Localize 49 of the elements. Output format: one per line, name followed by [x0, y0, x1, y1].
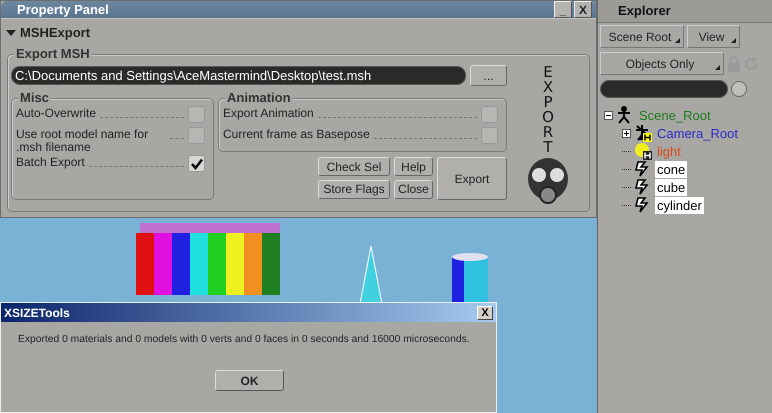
dropdown-corner-icon	[675, 38, 680, 43]
cone-drawing	[360, 246, 382, 304]
option-label: Batch Export	[16, 154, 85, 169]
scope-dropdown[interactable]: Scene Root	[600, 25, 684, 48]
leader-line	[170, 138, 184, 139]
action-button[interactable]: Store Flags	[318, 180, 390, 198]
checkbox[interactable]	[481, 106, 498, 123]
light-bulb-icon	[634, 142, 652, 160]
checkbox[interactable]	[481, 127, 498, 144]
tree-item[interactable]: Camera_Root	[655, 124, 740, 142]
option-label: Use root model name for .msh filename	[16, 126, 150, 154]
cylinder-drawing	[452, 253, 488, 305]
tree-item[interactable]: cube	[655, 178, 688, 196]
search-field[interactable]	[600, 80, 728, 98]
tree-item[interactable]: cone	[655, 160, 688, 178]
path-field[interactable]: C:\Documents and Settings\AceMastermind\Desktop\test.msh	[11, 66, 466, 85]
action-button[interactable]: Close	[394, 180, 433, 198]
export-button[interactable]: Export	[437, 157, 507, 200]
group-title: Animation	[225, 90, 293, 105]
group-title: Misc	[18, 90, 51, 105]
collapse-icon[interactable]	[604, 110, 613, 120]
action-button[interactable]: Help	[394, 157, 433, 176]
option-label: Current frame as Basepose	[223, 126, 370, 141]
search-options-button[interactable]	[731, 81, 747, 97]
view-dropdown[interactable]: View	[687, 25, 740, 48]
browse-button[interactable]: ...	[470, 65, 507, 86]
ok-button[interactable]: OK	[215, 370, 284, 391]
message-text: Exported 0 materials and 0 models with 0 verts and 0 faces in 0 seconds and 16000 microseconds.	[17, 333, 471, 345]
checkbox[interactable]	[188, 155, 205, 172]
dialog-close-button[interactable]: X	[477, 306, 493, 320]
expand-icon[interactable]	[622, 128, 631, 138]
dropdown-corner-icon	[715, 65, 720, 70]
window-close-button[interactable]: X	[574, 1, 592, 18]
tree-item[interactable]: cylinder	[655, 196, 704, 214]
option-label: Export Animation	[223, 105, 314, 120]
checkbox[interactable]	[188, 127, 205, 144]
checkbox[interactable]	[188, 106, 205, 123]
camera-icon	[634, 124, 652, 142]
filter-dropdown[interactable]: Objects Only	[600, 52, 724, 75]
dropdown-corner-icon	[731, 38, 736, 43]
panel-title: Explorer	[598, 0, 772, 23]
window-title: Property Panel	[17, 2, 109, 17]
minimize-button[interactable]: _	[554, 1, 572, 18]
section-header[interactable]: MSHExport	[1, 18, 596, 42]
dialog-title: XSIZETools	[4, 306, 70, 320]
option-label: Auto-Overwrite	[16, 105, 96, 120]
action-button[interactable]: Check Sel	[318, 157, 390, 176]
logo-text: EXPORT	[541, 65, 555, 155]
group-title: Export MSH	[14, 46, 92, 61]
